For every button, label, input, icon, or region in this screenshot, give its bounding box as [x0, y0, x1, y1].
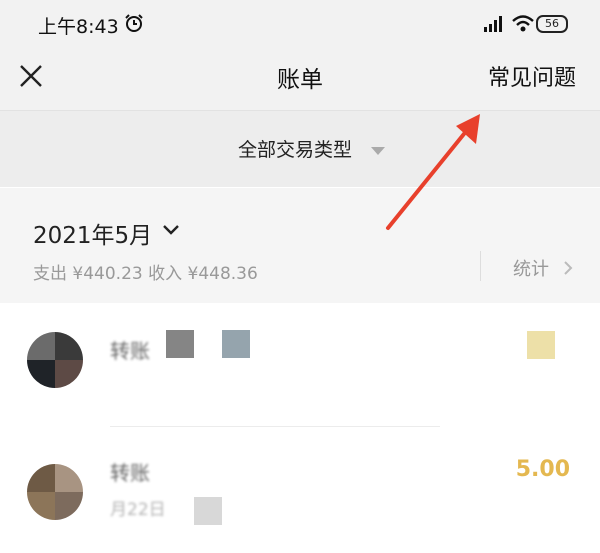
redacted-block — [166, 330, 194, 358]
wifi-icon — [512, 15, 534, 32]
avatar — [27, 332, 83, 388]
month-selector[interactable]: 2021年5月 — [33, 216, 152, 250]
chevron-down-icon[interactable] — [162, 224, 180, 236]
redacted-block — [527, 331, 555, 359]
redacted-block — [222, 330, 250, 358]
battery-indicator: 56 — [536, 15, 568, 33]
faq-link[interactable]: 常见问题 — [488, 60, 576, 92]
status-time: 上午8:43 — [38, 16, 119, 38]
chevron-right-icon[interactable] — [563, 260, 573, 276]
stats-link[interactable]: 统计 — [513, 255, 549, 281]
transaction-date: 月22日 — [110, 500, 166, 520]
avatar — [27, 464, 83, 520]
divider — [480, 251, 481, 281]
transaction-amount: 5.00 — [515, 457, 570, 482]
month-summary: 支出 ¥440.23 收入 ¥448.36 — [33, 264, 258, 284]
status-bar: 上午8:43 56 — [0, 0, 600, 46]
signal-icon — [484, 16, 502, 32]
annotation-arrow — [386, 114, 480, 230]
nav-bar: 账单 常见问题 — [0, 46, 600, 111]
redacted-block — [194, 497, 222, 525]
transaction-title: 转账 — [110, 461, 150, 485]
filter-label[interactable]: 全部交易类型 — [238, 135, 352, 162]
transaction-type-filter[interactable]: 全部交易类型 — [0, 111, 600, 187]
alarm-clock-icon — [125, 14, 143, 32]
transaction-row[interactable]: 转账 月22日 5.00 — [0, 427, 600, 551]
month-header: 2021年5月 支出 ¥440.23 收入 ¥448.36 统计 — [0, 188, 600, 303]
transaction-row[interactable]: 转账 — [0, 303, 600, 427]
transaction-title: 转账 — [110, 339, 150, 363]
